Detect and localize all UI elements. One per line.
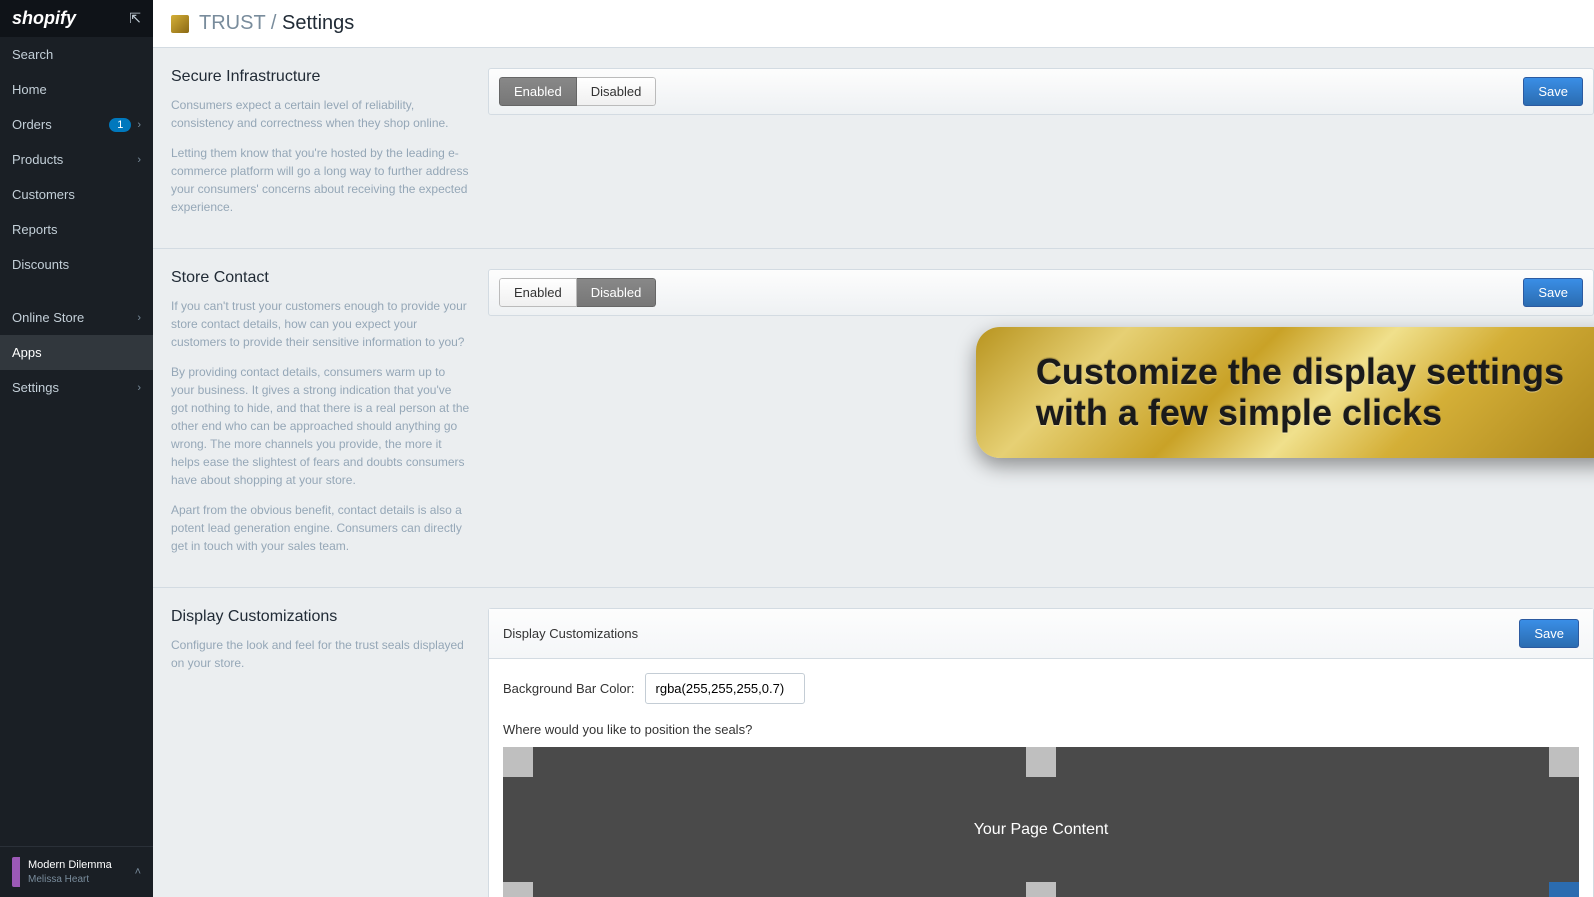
panel-title: Display Customizations: [503, 626, 638, 641]
sidebar-item-label: Search: [12, 47, 53, 62]
position-top-left[interactable]: [503, 747, 533, 777]
orders-badge: 1: [109, 118, 131, 132]
save-button[interactable]: Save: [1523, 278, 1583, 307]
section-desc: By providing contact details, consumers …: [171, 363, 470, 489]
sidebar-item-reports[interactable]: Reports: [0, 212, 153, 247]
sidebar-item-products[interactable]: Products ›: [0, 142, 153, 177]
promo-banner: Customize the display settings with a fe…: [976, 327, 1594, 458]
position-bottom-center[interactable]: [1026, 882, 1056, 897]
section-title: Store Contact: [171, 269, 470, 287]
section-store-contact: Store Contact If you can't trust your cu…: [153, 249, 1594, 588]
disabled-button[interactable]: Disabled: [577, 278, 657, 307]
promo-text-line1: Customize the display settings: [1036, 351, 1564, 392]
display-panel: Display Customizations Save Background B…: [488, 608, 1594, 897]
position-preview: Your Page Content: [503, 747, 1579, 897]
enabled-button[interactable]: Enabled: [499, 278, 577, 307]
save-button[interactable]: Save: [1523, 77, 1583, 106]
sidebar-item-apps[interactable]: Apps: [0, 335, 153, 370]
save-button[interactable]: Save: [1519, 619, 1579, 648]
external-link-icon[interactable]: ⇱: [129, 10, 141, 27]
panel-header: Display Customizations Save: [489, 609, 1593, 659]
sidebar-header: shopify ⇱: [0, 0, 153, 37]
sidebar-item-label: Home: [12, 82, 47, 97]
section-desc: Letting them know that you're hosted by …: [171, 144, 470, 216]
sidebar-item-label: Settings: [12, 380, 59, 395]
position-top-right[interactable]: [1549, 747, 1579, 777]
sidebar-item-label: Reports: [12, 222, 58, 237]
sidebar-item-home[interactable]: Home: [0, 72, 153, 107]
disabled-button[interactable]: Disabled: [577, 77, 657, 106]
sidebar-item-discounts[interactable]: Discounts: [0, 247, 153, 282]
sidebar-item-label: Customers: [12, 187, 75, 202]
brand-logo: shopify: [12, 8, 76, 29]
position-label: Where would you like to position the sea…: [503, 722, 1579, 737]
position-bottom-left[interactable]: [503, 882, 533, 897]
sidebar-item-settings[interactable]: Settings ›: [0, 370, 153, 405]
chevron-right-icon: ›: [137, 312, 141, 324]
preview-content-text: Your Page Content: [974, 821, 1109, 839]
toggle-group: Enabled Disabled: [499, 278, 656, 307]
sidebar-item-search[interactable]: Search: [0, 37, 153, 72]
breadcrumb: TRUST / Settings: [199, 12, 354, 35]
avatar: [12, 857, 20, 887]
user-name: Melissa Heart: [28, 873, 112, 886]
sidebar-footer[interactable]: Modern Dilemma Melissa Heart ˄: [0, 846, 153, 897]
position-top-center[interactable]: [1026, 747, 1056, 777]
section-desc: Configure the look and feel for the trus…: [171, 636, 470, 672]
breadcrumb-app[interactable]: TRUST: [199, 12, 265, 34]
section-display-customizations: Display Customizations Configure the loo…: [153, 588, 1594, 897]
section-secure-infrastructure: Secure Infrastructure Consumers expect a…: [153, 48, 1594, 249]
bg-color-input[interactable]: [645, 673, 805, 704]
chevron-right-icon: ›: [137, 119, 141, 131]
sidebar-item-online-store[interactable]: Online Store ›: [0, 300, 153, 335]
toggle-bar: Enabled Disabled Save: [488, 269, 1594, 316]
enabled-button[interactable]: Enabled: [499, 77, 577, 106]
store-name: Modern Dilemma: [28, 858, 112, 872]
sidebar: shopify ⇱ Search Home Orders 1 › Products…: [0, 0, 153, 897]
topbar: TRUST / Settings: [153, 0, 1594, 48]
toggle-bar: Enabled Disabled Save: [488, 68, 1594, 115]
sidebar-item-label: Discounts: [12, 257, 69, 272]
section-title: Secure Infrastructure: [171, 68, 470, 86]
sidebar-item-label: Orders: [12, 117, 52, 132]
section-desc: If you can't trust your customers enough…: [171, 297, 470, 351]
promo-text-line2: with a few simple clicks: [1036, 392, 1564, 433]
bg-color-label: Background Bar Color:: [503, 681, 635, 696]
section-title: Display Customizations: [171, 608, 470, 626]
sidebar-item-label: Products: [12, 152, 63, 167]
sidebar-item-customers[interactable]: Customers: [0, 177, 153, 212]
bg-color-field: Background Bar Color:: [503, 673, 1579, 704]
sidebar-item-label: Online Store: [12, 310, 84, 325]
app-icon: [171, 15, 189, 33]
chevron-up-down-icon: ˄: [135, 866, 141, 878]
sidebar-item-orders[interactable]: Orders 1 ›: [0, 107, 153, 142]
breadcrumb-page: Settings: [282, 12, 354, 34]
section-desc: Consumers expect a certain level of reli…: [171, 96, 470, 132]
main-content: TRUST / Settings Secure Infrastructure C…: [153, 0, 1594, 897]
chevron-right-icon: ›: [137, 382, 141, 394]
position-bottom-right[interactable]: [1549, 882, 1579, 897]
sidebar-item-label: Apps: [12, 345, 42, 360]
toggle-group: Enabled Disabled: [499, 77, 656, 106]
section-desc: Apart from the obvious benefit, contact …: [171, 501, 470, 555]
chevron-right-icon: ›: [137, 154, 141, 166]
